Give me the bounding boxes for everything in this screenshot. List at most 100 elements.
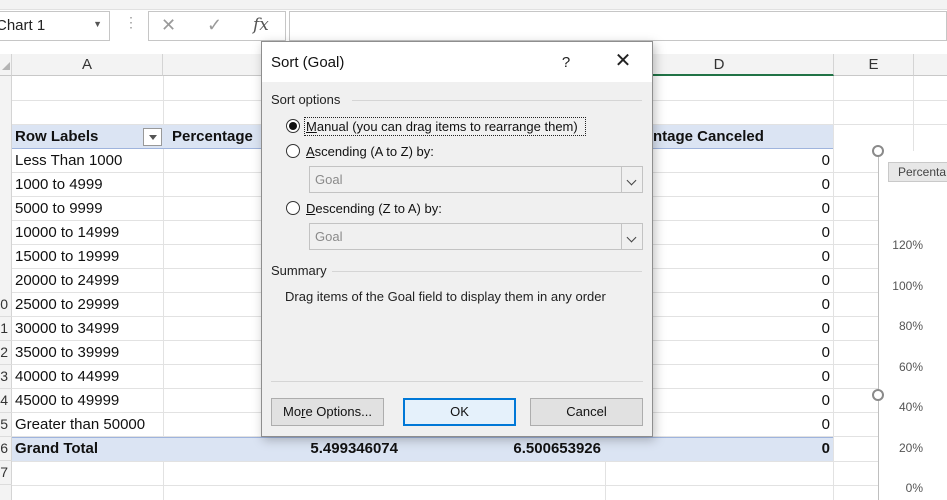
help-button[interactable]: ? — [560, 54, 572, 71]
pivot-row-label[interactable]: 40000 to 44999 — [15, 368, 119, 385]
pivot-value[interactable]: 0 — [760, 392, 830, 409]
formula-input[interactable] — [289, 11, 947, 41]
ribbon-edge — [0, 0, 947, 10]
pivot-row-label[interactable]: Less Than 1000 — [15, 152, 122, 169]
pivot-value[interactable]: 0 — [760, 272, 830, 289]
grand-total-label[interactable]: Grand Total — [15, 440, 98, 457]
gridline — [12, 461, 947, 462]
row-header-11[interactable]: 1 — [0, 317, 12, 341]
group-divider — [352, 100, 642, 101]
pivot-row-label[interactable]: Greater than 50000 — [15, 416, 145, 433]
row-header-17[interactable]: 7 — [0, 461, 12, 485]
pivot-value[interactable]: 0 — [760, 320, 830, 337]
row-header-10[interactable]: 0 — [0, 293, 12, 317]
more-options-text-end: e Options... — [305, 404, 372, 419]
pivot-row-label[interactable]: 10000 to 14999 — [15, 224, 119, 241]
y-axis-tick: 40% — [898, 400, 923, 414]
pivot-value[interactable]: 0 — [760, 152, 830, 169]
button-divider — [271, 381, 643, 382]
ascending-radio[interactable] — [286, 144, 300, 158]
ascending-hotkey: A — [306, 144, 315, 159]
chart-title[interactable]: Percenta — [888, 162, 947, 182]
grand-total-value[interactable]: 6.500653926 — [455, 440, 601, 457]
gridline — [833, 76, 834, 500]
pivot-value[interactable]: 0 — [760, 200, 830, 217]
y-axis-tick: 80% — [898, 319, 923, 333]
group-divider — [332, 271, 642, 272]
ok-button[interactable]: OK — [403, 398, 516, 426]
pivot-value[interactable]: 0 — [760, 296, 830, 313]
column-header-e[interactable]: E — [834, 54, 914, 76]
pivot-row-label[interactable]: 30000 to 34999 — [15, 320, 119, 337]
select-all-triangle-icon — [2, 62, 10, 70]
pivot-value[interactable]: 0 — [760, 248, 830, 265]
pivot-value[interactable]: 0 — [760, 416, 830, 433]
y-axis-tick: 120% — [892, 238, 923, 252]
dialog-title: Sort (Goal) — [271, 54, 345, 71]
grand-total-canceled[interactable]: 0 — [760, 440, 830, 457]
close-icon[interactable]: ✕ — [612, 49, 634, 73]
more-options-button[interactable]: More Options... — [271, 398, 384, 426]
summary-label: Summary — [271, 263, 327, 278]
pivot-value[interactable]: 0 — [760, 344, 830, 361]
column-header-a[interactable]: A — [12, 54, 163, 76]
cancel-button[interactable]: Cancel — [530, 398, 643, 426]
name-box[interactable]: Chart 1 ▼ — [0, 11, 110, 41]
sort-dialog: Sort (Goal) ? ✕ Sort options Manual (you… — [261, 41, 653, 437]
sort-options-label: Sort options — [271, 92, 341, 107]
dialog-title-bar[interactable]: Sort (Goal) ? ✕ — [262, 42, 652, 82]
y-axis-tick: 60% — [898, 360, 923, 374]
y-axis-tick: 100% — [892, 279, 923, 293]
row-header-15[interactable]: 5 — [0, 413, 12, 437]
row-header-13[interactable]: 3 — [0, 365, 12, 389]
gridline — [12, 485, 947, 486]
pivot-row-label[interactable]: 25000 to 29999 — [15, 296, 119, 313]
pivot-row-labels-header[interactable]: Row Labels — [15, 128, 98, 145]
ascending-option-label[interactable]: Ascending (A to Z) by: — [306, 144, 434, 159]
enter-icon[interactable]: ✓ — [207, 15, 222, 36]
row-header-14[interactable]: 4 — [0, 389, 12, 413]
cancel-icon[interactable]: ✕ — [161, 15, 176, 36]
pivot-value[interactable]: 0 — [760, 176, 830, 193]
filter-dropdown-icon[interactable] — [143, 128, 162, 146]
pivot-value[interactable]: 0 — [760, 224, 830, 241]
manual-hotkey: M — [306, 119, 317, 134]
grand-total-percentage[interactable]: 5.499346074 — [250, 440, 398, 457]
descending-option-label[interactable]: Descending (Z to A) by: — [306, 201, 442, 216]
descending-field-value: Goal — [315, 229, 343, 244]
pivot-grand-total-row — [12, 437, 833, 461]
ascending-option-text: scending (A to Z) by: — [314, 144, 434, 159]
chevron-down-icon[interactable] — [621, 167, 642, 192]
name-box-value: Chart 1 — [0, 17, 46, 34]
chevron-down-icon[interactable]: ▼ — [93, 19, 102, 29]
more-vertical-icon[interactable]: ⋮ — [124, 14, 138, 31]
pivot-row-label[interactable]: 45000 to 49999 — [15, 392, 119, 409]
descending-hotkey: D — [306, 201, 316, 216]
ascending-field-value: Goal — [315, 172, 343, 187]
resize-handle-icon[interactable] — [872, 145, 884, 157]
pivot-column-header-canceled[interactable]: ntage Canceled — [653, 128, 764, 145]
formula-buttons: ✕ ✓ fx — [148, 11, 286, 41]
y-axis-tick: 0% — [905, 481, 923, 495]
pivot-value[interactable]: 0 — [760, 368, 830, 385]
pivot-row-label[interactable]: 20000 to 24999 — [15, 272, 119, 289]
descending-option-text: escending (Z to A) by: — [315, 201, 442, 216]
ascending-field-select[interactable]: Goal — [309, 166, 643, 193]
pivot-column-header-percentage[interactable]: Percentage — [172, 128, 253, 145]
row-header-12[interactable]: 2 — [0, 341, 12, 365]
insert-function-icon[interactable]: fx — [253, 15, 269, 35]
pivot-row-label[interactable]: 15000 to 19999 — [15, 248, 119, 265]
manual-radio[interactable] — [286, 119, 300, 133]
manual-option-text: anual (you can drag items to rearrange t… — [316, 119, 578, 134]
manual-option-label[interactable]: Manual (you can drag items to rearrange … — [306, 119, 578, 134]
pivot-row-label[interactable]: 35000 to 39999 — [15, 344, 119, 361]
y-axis-tick: 20% — [898, 441, 923, 455]
chevron-down-icon[interactable] — [621, 224, 642, 249]
column-header-f[interactable] — [914, 54, 947, 76]
descending-field-select[interactable]: Goal — [309, 223, 643, 250]
row-header-16[interactable]: 6 — [0, 437, 12, 461]
pivot-row-label[interactable]: 1000 to 4999 — [15, 176, 103, 193]
pivot-row-label[interactable]: 5000 to 9999 — [15, 200, 103, 217]
more-options-text-start: Mo — [283, 404, 302, 419]
descending-radio[interactable] — [286, 201, 300, 215]
